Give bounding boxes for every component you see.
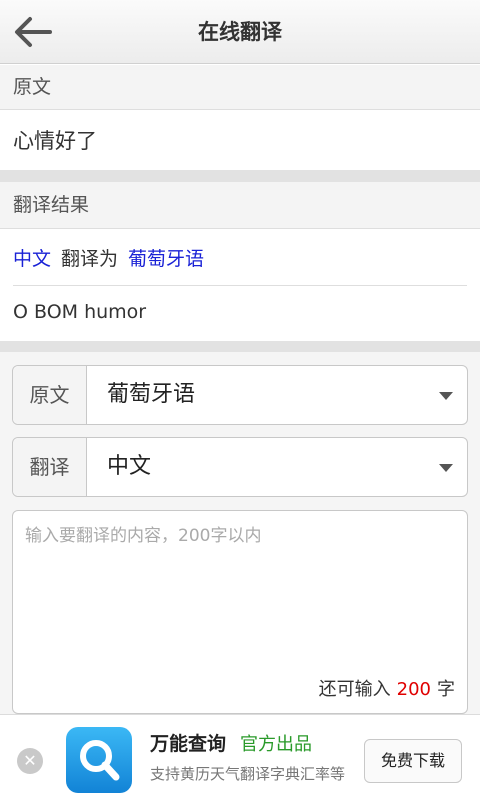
translate-to-label: 翻译为	[61, 248, 119, 270]
translation-result: O BOM humor	[13, 301, 147, 323]
section-separator	[0, 170, 480, 182]
top-bar: 在线翻译	[0, 0, 480, 64]
result-heading: 翻译结果	[0, 182, 480, 228]
language-direction: 中文 翻译为 葡萄牙语	[13, 244, 204, 271]
page-title: 在线翻译	[198, 20, 282, 44]
source-text: 心情好了	[13, 129, 97, 153]
target-language-label: 翻译	[13, 438, 87, 496]
target-language-value: 中文	[107, 454, 152, 479]
to-language-link[interactable]: 葡萄牙语	[128, 248, 204, 270]
target-language-select[interactable]: 翻译 中文	[12, 437, 468, 497]
dropdown-caret-icon	[439, 392, 453, 400]
char-counter: 还可输入 200 字	[319, 675, 455, 701]
text-input-box: 还可输入200 字	[12, 510, 468, 714]
counter-suffix: 字	[437, 679, 455, 700]
ad-title: 万能查询	[150, 733, 227, 755]
source-language-select[interactable]: 原文 葡萄牙语	[12, 365, 468, 425]
ad-banner: ✕ 万能查询 官方出品 支持黄历天气翻译字典汇率等 免费下载	[0, 714, 480, 800]
magnifier-app-icon[interactable]	[66, 727, 132, 793]
divider	[0, 109, 480, 110]
divider	[13, 285, 467, 286]
from-language-link[interactable]: 中文	[13, 248, 51, 270]
counter-number: 200	[396, 679, 431, 700]
free-download-button[interactable]: 免费下载	[364, 739, 462, 783]
divider	[0, 228, 480, 229]
ad-description: 支持黄历天气翻译字典汇率等	[150, 765, 346, 783]
translate-form: 原文 葡萄牙语 翻译 中文 还可输入200 字	[0, 352, 480, 714]
source-heading: 原文	[0, 65, 480, 109]
section-separator	[0, 341, 480, 352]
dropdown-caret-icon	[439, 464, 453, 472]
counter-prefix: 还可输入	[318, 679, 391, 700]
source-language-label: 原文	[13, 366, 87, 424]
translate-input[interactable]	[13, 511, 467, 661]
ad-official-tag: 官方出品	[240, 734, 312, 755]
close-icon[interactable]: ✕	[17, 748, 43, 774]
source-language-value: 葡萄牙语	[107, 382, 196, 407]
